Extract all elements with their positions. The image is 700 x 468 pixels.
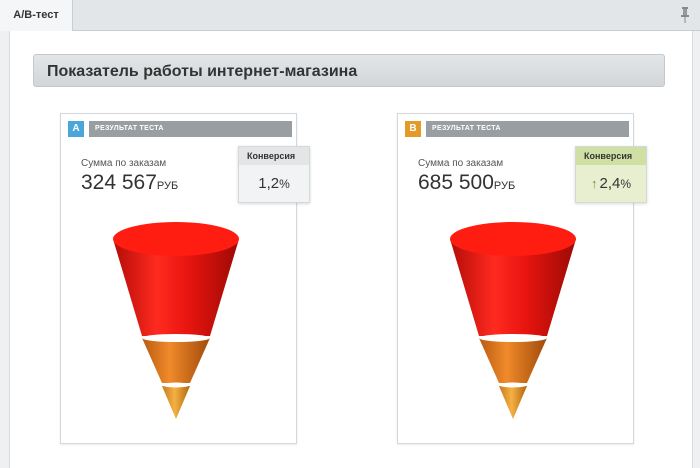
conversion-unit: % [620,177,632,191]
orders-sum-amount: 685 500 [418,171,494,194]
conversion-label: Конверсия [239,147,309,165]
currency-label: РУБ [156,180,179,192]
conversion-value-wrap: 1,2% [239,165,309,202]
conversion-unit: % [279,177,290,191]
section-header: Показатель работы интернет-магазина [33,54,665,87]
tab-ab-test[interactable]: А/В-тест [0,0,73,31]
orders-sum-amount: 324 567 [81,171,157,194]
conversion-label: Конверсия [576,147,646,165]
funnel-top-ellipse [113,222,239,256]
sales-funnel [113,222,239,419]
orders-sum-label: Сумма по заказам [418,158,504,169]
pin-icon[interactable] [680,7,690,23]
conversion-value: 2,4 [599,175,621,192]
conversion-value: 1,2 [258,175,280,192]
variant-badge-b: B [405,121,421,137]
funnel-stage-2 [479,338,547,383]
conversion-box: Конверсия ↑ 2,4% [575,146,647,203]
card-title-bar: РЕЗУЛЬТАТ ТЕСТА [89,121,292,137]
orders-sum-label: Сумма по заказам [81,158,167,169]
test-result-card-a: A РЕЗУЛЬТАТ ТЕСТА Сумма по заказам 324 5… [60,113,310,444]
conversion-box: Конверсия 1,2% [238,146,310,203]
card-title-bar: РЕЗУЛЬТАТ ТЕСТА [426,121,629,137]
tab-bar: А/В-тест [0,0,700,31]
page-title: Показатель работы интернет-магазина [47,63,358,80]
orders-sum-value: 685 500РУБ [418,171,515,195]
funnel-stage-3 [499,386,527,419]
funnel-top-ellipse [450,222,576,256]
funnel-stage-3 [162,386,190,419]
variant-badge-a: A [68,121,84,137]
sales-funnel [450,222,576,419]
funnel-stage-2 [142,338,210,383]
test-result-card-b: B РЕЗУЛЬТАТ ТЕСТА Сумма по заказам 685 5… [397,113,647,444]
currency-label: РУБ [493,180,516,192]
conversion-value-wrap: ↑ 2,4% [576,165,646,202]
arrow-up-icon: ↑ [590,176,598,191]
orders-sum-value: 324 567РУБ [81,171,178,195]
